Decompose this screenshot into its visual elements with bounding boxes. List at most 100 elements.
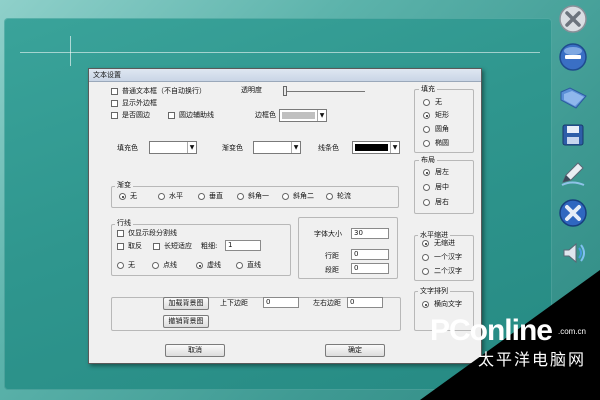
speaker-icon[interactable] (556, 236, 590, 270)
layout-right-label: 居右 (435, 198, 449, 206)
linestyle-dotted-radio[interactable] (152, 262, 159, 269)
opacity-label: 透明度 (241, 86, 262, 94)
layout-left-label: 居左 (435, 168, 449, 176)
folder-icon[interactable] (556, 80, 590, 114)
save-icon[interactable] (556, 118, 590, 152)
plain-textbox-label: 普通文本框（不自动换行） (122, 87, 206, 95)
para-spacing-label: 段距 (325, 266, 339, 274)
fill-color-label: 填充色 (117, 144, 138, 152)
opacity-slider-thumb[interactable] (283, 86, 287, 96)
left-right-margin-label: 左右边距 (313, 299, 341, 307)
gradient-diag2-radio[interactable] (282, 193, 289, 200)
opacity-slider-track[interactable] (283, 91, 365, 92)
minus-icon[interactable] (556, 40, 590, 74)
linestyle-solid-radio[interactable] (236, 262, 243, 269)
fill-group-label: 填充 (419, 85, 437, 93)
fill-rect-radio[interactable] (423, 112, 430, 119)
layout-center-radio[interactable] (423, 184, 430, 191)
para-spacing-input[interactable]: 0 (351, 263, 389, 274)
fill-none-radio[interactable] (423, 99, 430, 106)
chevron-down-icon: ▼ (291, 142, 300, 153)
load-background-button[interactable]: 加载背景图 (163, 297, 209, 310)
only-paragraph-label: 仅显示段分割线 (128, 229, 177, 237)
top-bottom-margin-label: 上下边距 (220, 299, 248, 307)
background-vertical-tick (70, 36, 71, 66)
reverse-checkbox[interactable] (117, 243, 124, 250)
gradient-group-label: 渐变 (115, 181, 133, 189)
pen-icon[interactable] (556, 156, 590, 190)
line-spacing-label: 行距 (325, 252, 339, 260)
indent-one-label: 一个汉字 (434, 253, 462, 261)
fill-none-label: 无 (435, 98, 442, 106)
indent-none-radio[interactable] (422, 240, 429, 247)
round-border-label: 是否圆边 (122, 111, 150, 119)
layout-right-radio[interactable] (423, 199, 430, 206)
gradient-vertical-radio[interactable] (198, 193, 205, 200)
background-divider-line (20, 52, 540, 53)
border-color-swatch (282, 112, 315, 119)
fill-color-dropdown[interactable]: ▼ (149, 141, 197, 154)
left-right-margin-input[interactable]: 0 (347, 297, 383, 308)
gradient-diag1-radio[interactable] (237, 193, 244, 200)
border-color-dropdown[interactable]: ▼ (279, 109, 327, 122)
fill-color-swatch (152, 144, 185, 151)
gradient-horizontal-label: 水平 (169, 192, 183, 200)
long-adapt-checkbox[interactable] (153, 243, 160, 250)
gradient-rotate-label: 轮流 (337, 192, 351, 200)
pconline-watermark: PConline .com.cn 太平洋电脑网 (420, 270, 600, 400)
gradient-color-swatch (256, 144, 289, 151)
linestyle-solid-label: 直线 (247, 261, 261, 269)
linestyle-dashed-radio[interactable] (196, 262, 203, 269)
gradient-rotate-radio[interactable] (326, 193, 333, 200)
line-color-swatch (355, 144, 388, 151)
gradient-color-label: 渐变色 (222, 144, 243, 152)
layout-group-label: 布局 (419, 156, 437, 164)
watermark-chinese: 太平洋电脑网 (477, 350, 586, 369)
top-bottom-margin-input[interactable]: 0 (263, 297, 299, 308)
plain-textbox-checkbox[interactable] (111, 88, 118, 95)
fill-ellipse-label: 椭圆 (435, 139, 449, 147)
linestyle-none-label: 无 (128, 261, 135, 269)
gradient-diag1-label: 斜角一 (248, 192, 269, 200)
thickness-label: 粗细: (201, 242, 218, 250)
clear-background-button[interactable]: 撤销背景图 (163, 315, 209, 328)
fill-rounded-label: 圆角 (435, 125, 449, 133)
right-toolbar (548, 0, 600, 290)
watermark-domain: .com.cn (557, 327, 586, 336)
dialog-title: 文本设置 (89, 69, 481, 82)
linestyle-dashed-label: 虚线 (207, 261, 221, 269)
cancel-button[interactable]: 取消 (165, 344, 225, 357)
fill-ellipse-radio[interactable] (423, 140, 430, 147)
fill-rect-label: 矩形 (435, 111, 449, 119)
gradient-color-dropdown[interactable]: ▼ (253, 141, 301, 154)
round-aux-checkbox[interactable] (168, 112, 175, 119)
only-paragraph-checkbox[interactable] (117, 230, 124, 237)
thickness-input[interactable]: 1 (225, 240, 261, 251)
chevron-down-icon: ▼ (390, 142, 399, 153)
round-aux-label: 圆边辅助线 (179, 111, 214, 119)
line-spacing-input[interactable]: 0 (351, 249, 389, 260)
round-border-checkbox[interactable] (111, 112, 118, 119)
show-border-label: 显示外边框 (122, 99, 157, 107)
close-icon[interactable] (556, 2, 590, 36)
gradient-none-radio[interactable] (119, 193, 126, 200)
linestyle-none-radio[interactable] (117, 262, 124, 269)
gradient-none-label: 无 (130, 192, 137, 200)
indent-group-label: 水平缩进 (418, 231, 450, 239)
chevron-down-icon: ▼ (187, 142, 196, 153)
line-color-dropdown[interactable]: ▼ (352, 141, 400, 154)
indent-one-radio[interactable] (422, 254, 429, 261)
gradient-horizontal-radio[interactable] (158, 193, 165, 200)
ok-button[interactable]: 确定 (325, 344, 385, 357)
font-size-label: 字体大小 (314, 230, 342, 238)
long-adapt-label: 长短适应 (164, 242, 192, 250)
font-size-input[interactable]: 30 (351, 228, 389, 239)
gradient-diag2-label: 斜角二 (293, 192, 314, 200)
indent-none-label: 无缩进 (434, 239, 455, 247)
fill-rounded-radio[interactable] (423, 126, 430, 133)
reverse-label: 取反 (128, 242, 142, 250)
show-border-checkbox[interactable] (111, 100, 118, 107)
tools-icon[interactable] (556, 196, 590, 230)
gradient-vertical-label: 垂直 (209, 192, 223, 200)
layout-left-radio[interactable] (423, 169, 430, 176)
